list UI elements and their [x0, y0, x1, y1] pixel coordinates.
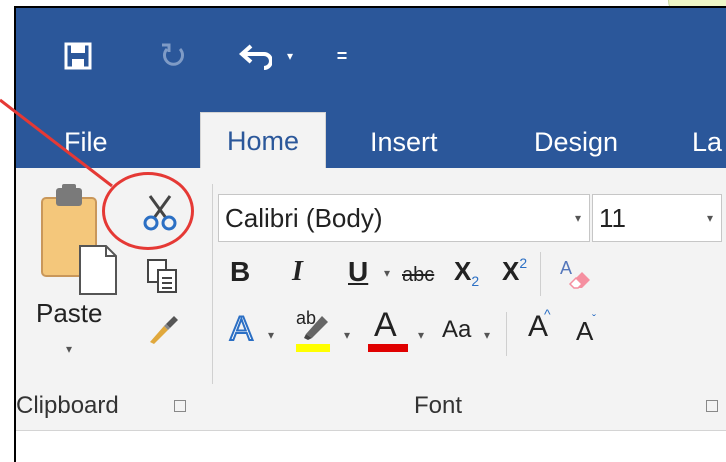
svg-text:A: A	[230, 310, 253, 348]
undo-button[interactable]	[234, 36, 274, 76]
grow-font-button[interactable]: A ^	[528, 306, 551, 344]
customize-qat-button[interactable]: =	[332, 36, 352, 76]
text-effects-icon: A	[229, 309, 254, 349]
copy-button[interactable]	[134, 254, 190, 298]
highlight-dropdown-arrow[interactable]: ▾	[344, 328, 350, 342]
font-name-combobox[interactable]: Calibri (Body) ▾	[218, 194, 590, 242]
format-painter-icon	[150, 316, 178, 344]
font-separator	[540, 252, 541, 296]
svg-text:A: A	[560, 258, 572, 278]
superscript-x: X	[502, 256, 520, 286]
font-color-letter: A	[374, 306, 397, 344]
redo-icon	[162, 43, 184, 66]
text-effects-dropdown-arrow[interactable]: ▾	[268, 328, 274, 342]
save-button[interactable]	[60, 36, 96, 76]
subscript-mark: 2	[471, 273, 480, 289]
strikethrough-button[interactable]: abc	[402, 264, 434, 287]
shrink-font-letter: A	[576, 316, 594, 346]
highlight-color-bar	[296, 344, 330, 352]
paste-dropdown-arrow[interactable]: ▾	[66, 342, 72, 356]
title-bar: ▾ =	[16, 8, 726, 106]
subscript-button[interactable]: X2	[454, 256, 480, 289]
undo-icon	[238, 44, 272, 70]
highlighter-icon	[304, 316, 328, 340]
tab-file[interactable]: File	[64, 120, 108, 164]
font-color-bar	[368, 344, 408, 352]
bold-button[interactable]: B	[230, 256, 250, 288]
text-effects-button[interactable]: A	[228, 308, 264, 352]
font-size-value: 11	[599, 203, 626, 233]
highlight-button[interactable]: ab	[292, 308, 336, 354]
save-icon	[64, 42, 92, 70]
font-dialog-launcher[interactable]	[706, 400, 718, 412]
superscript-button[interactable]: X2	[502, 255, 528, 287]
shrink-font-caret-icon: ˇ	[592, 312, 596, 326]
clipboard-dialog-launcher[interactable]	[174, 400, 186, 412]
tab-layout[interactable]: La	[692, 120, 722, 164]
font-size-combobox[interactable]: 11 ▾	[592, 194, 722, 242]
subscript-x: X	[454, 256, 472, 286]
change-case-dropdown-arrow[interactable]: ▾	[484, 328, 490, 342]
document-area[interactable]	[16, 431, 726, 462]
copy-icon	[147, 259, 177, 293]
clipboard-group-label: Clipboard	[16, 392, 119, 419]
underline-dropdown-arrow[interactable]: ▾	[384, 266, 390, 280]
tab-design[interactable]: Design	[534, 120, 618, 164]
undo-dropdown-arrow[interactable]: ▾	[282, 36, 298, 76]
font-name-value: Calibri (Body)	[225, 203, 383, 233]
font-size-dropdown-arrow[interactable]: ▾	[707, 195, 713, 241]
change-case-button[interactable]: Aa	[442, 316, 471, 344]
annotation-circle	[102, 172, 194, 250]
font-group-label: Font	[414, 392, 463, 419]
format-painter-button[interactable]	[134, 306, 190, 350]
redo-button[interactable]	[156, 36, 190, 76]
ribbon-tabs: File Home Insert Design La	[16, 106, 726, 169]
tab-insert[interactable]: Insert	[370, 120, 438, 164]
clear-formatting-icon: A	[560, 258, 590, 289]
clear-formatting-button[interactable]: A	[556, 254, 592, 294]
font-name-dropdown-arrow[interactable]: ▾	[575, 195, 581, 241]
underline-button[interactable]: U	[348, 256, 368, 288]
font-separator-2	[506, 312, 507, 356]
superscript-mark: 2	[519, 255, 528, 271]
paste-label: Paste	[36, 298, 103, 328]
italic-button[interactable]: I	[292, 256, 303, 288]
font-color-button[interactable]: A	[366, 306, 410, 354]
tab-home[interactable]: Home	[200, 112, 326, 169]
grow-font-caret-icon: ^	[544, 306, 551, 322]
shrink-font-button[interactable]: A ˇ	[576, 312, 596, 347]
font-color-dropdown-arrow[interactable]: ▾	[418, 328, 424, 342]
group-separator	[212, 184, 213, 384]
